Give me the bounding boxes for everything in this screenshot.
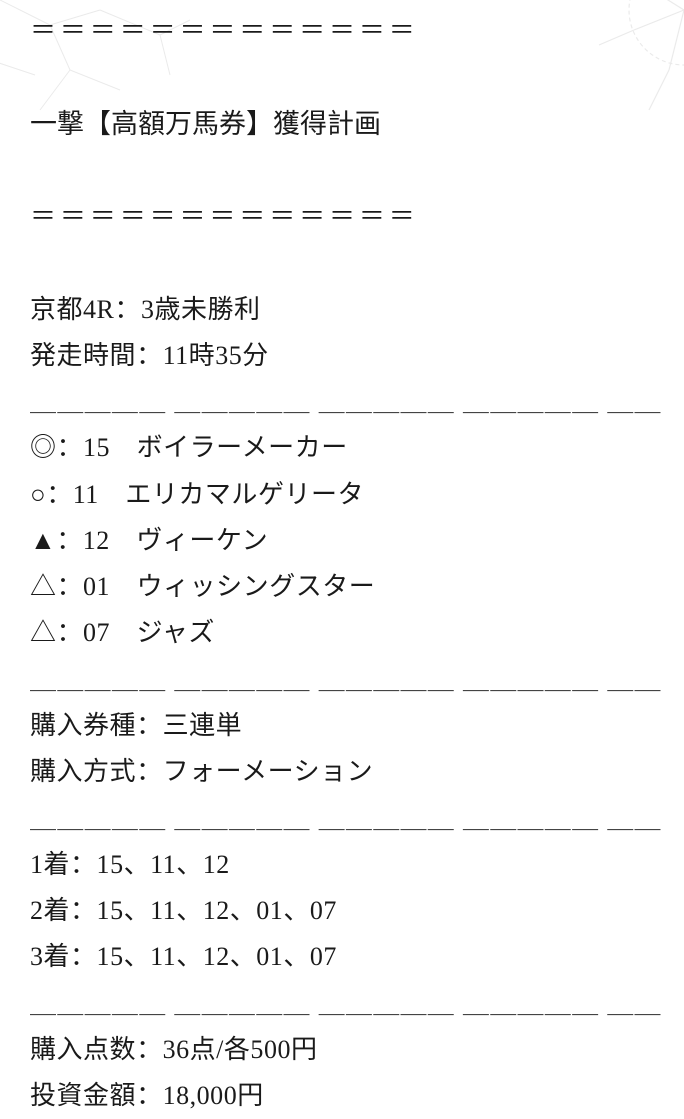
pick-4: △：01 ウィッシングスター <box>30 564 654 610</box>
divider-mid: ＝＝＝＝＝＝＝＝＝＝＝＝＝ <box>30 194 654 240</box>
bet-points: 購入点数：36点/各500円 <box>30 1027 654 1073</box>
underline-2: ＿＿＿＿＿ ＿＿＿＿＿ ＿＿＿＿＿ ＿＿＿＿＿ ＿＿ <box>30 657 654 703</box>
underline-4: ＿＿＿＿＿ ＿＿＿＿＿ ＿＿＿＿＿ ＿＿＿＿＿ ＿＿ <box>30 981 654 1027</box>
pick-3: ▲：12 ヴィーケン <box>30 518 654 564</box>
ticket-type: 購入券種：三連単 <box>30 703 654 749</box>
position-3: 3着：15、11、12、01、07 <box>30 934 654 980</box>
underline-1: ＿＿＿＿＿ ＿＿＿＿＿ ＿＿＿＿＿ ＿＿＿＿＿ ＿＿ <box>30 379 654 425</box>
plan-title: 一撃【高額万馬券】獲得計画 <box>30 100 654 148</box>
underline-3: ＿＿＿＿＿ ＿＿＿＿＿ ＿＿＿＿＿ ＿＿＿＿＿ ＿＿ <box>30 796 654 842</box>
position-1: 1着：15、11、12 <box>30 842 654 888</box>
divider-top: ＝＝＝＝＝＝＝＝＝＝＝＝＝ <box>30 8 654 54</box>
position-2: 2着：15、11、12、01、07 <box>30 888 654 934</box>
investment-amount: 投資金額：18,000円 <box>30 1073 654 1119</box>
pick-5: △：07 ジャズ <box>30 610 654 656</box>
start-time: 発走時間：11時35分 <box>30 333 654 379</box>
pick-1: ◎：15 ボイラーメーカー <box>30 425 654 471</box>
pick-2: ○：11 エリカマルゲリータ <box>30 472 654 518</box>
bet-method: 購入方式：フォーメーション <box>30 749 654 795</box>
race-name: 京都4R：3歳未勝利 <box>30 287 654 333</box>
